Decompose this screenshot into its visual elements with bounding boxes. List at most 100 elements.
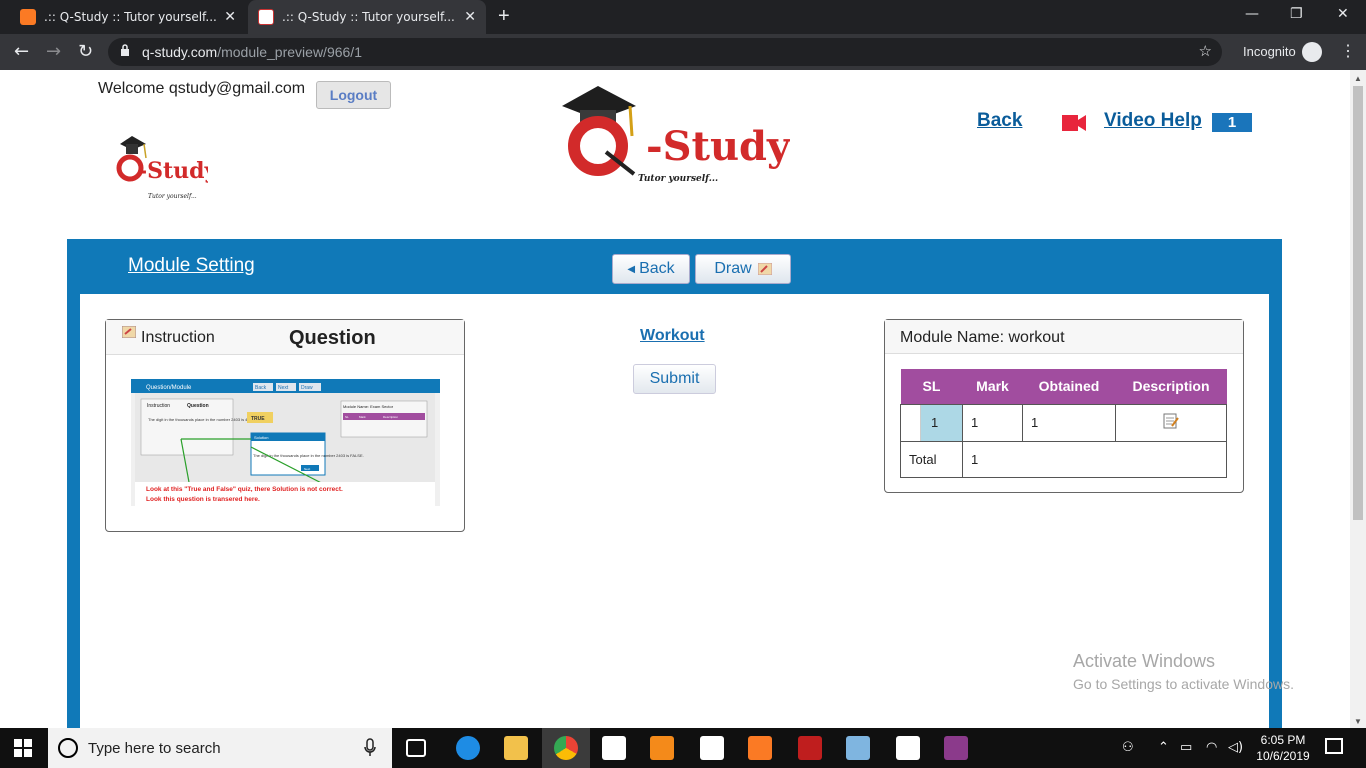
windows-taskbar: Type here to search ⚇ ⌃ ▭ ◠ ◁) 6:05 PM 1… bbox=[0, 728, 1366, 768]
video-camera-icon[interactable] bbox=[1060, 113, 1088, 133]
close-tab-icon[interactable]: ✕ bbox=[464, 9, 476, 25]
volume-icon[interactable]: ◁) bbox=[1228, 740, 1243, 755]
svg-text:Tutor yourself...: Tutor yourself... bbox=[148, 193, 197, 200]
page-scrollbar[interactable]: ▲ ▼ bbox=[1350, 70, 1366, 728]
module-score-table: SL Mark Obtained Description 1 1 1 Total… bbox=[900, 369, 1227, 478]
scroll-up-icon[interactable]: ▲ bbox=[1354, 74, 1362, 83]
sl-cell-wrapper: 1 bbox=[900, 403, 963, 442]
scroll-down-icon[interactable]: ▼ bbox=[1354, 717, 1362, 726]
cortana-circle-icon bbox=[58, 738, 78, 758]
obtained-cell: 1 bbox=[1022, 403, 1116, 442]
panel-back-button[interactable]: ◀ Back bbox=[612, 254, 690, 284]
xampp-icon[interactable] bbox=[748, 736, 772, 760]
mail-icon[interactable] bbox=[700, 736, 724, 760]
instruction-label[interactable]: Instruction bbox=[141, 329, 215, 347]
svg-text:Look this question is transere: Look this question is transered here. bbox=[146, 496, 260, 503]
submit-button[interactable]: Submit bbox=[633, 364, 716, 394]
svg-text:Question/Module: Question/Module bbox=[146, 385, 192, 391]
draw-button[interactable]: Draw bbox=[695, 254, 791, 284]
new-tab-icon[interactable]: + bbox=[498, 5, 510, 28]
browser-toolbar: ← → ↻ q-study.com/module_preview/966/1 ☆… bbox=[0, 34, 1366, 70]
action-center-icon[interactable] bbox=[1325, 738, 1343, 754]
svg-text:TRUE: TRUE bbox=[251, 416, 265, 422]
workout-link[interactable]: Workout bbox=[640, 327, 705, 345]
panel-back-label: Back bbox=[639, 260, 675, 277]
caret-left-icon: ◀ bbox=[627, 263, 636, 275]
reload-icon[interactable]: ↻ bbox=[78, 41, 93, 62]
battery-icon[interactable]: ▭ bbox=[1180, 740, 1192, 755]
chrome-icon[interactable] bbox=[554, 736, 578, 760]
module-name-box: Module Name: workout SL Mark Obtained De… bbox=[884, 319, 1244, 493]
svg-text:Module Name: Exam Sector: Module Name: Exam Sector bbox=[343, 404, 394, 409]
video-help-count-badge[interactable]: 1 bbox=[1212, 113, 1252, 132]
photos-icon[interactable] bbox=[896, 736, 920, 760]
address-bar[interactable]: q-study.com/module_preview/966/1 ☆ bbox=[108, 38, 1222, 66]
people-icon[interactable]: ⚇ bbox=[1122, 740, 1134, 755]
table-total-row: Total 1 bbox=[900, 440, 1227, 478]
forward-arrow-icon[interactable]: → bbox=[46, 41, 61, 62]
draw-label: Draw bbox=[714, 260, 752, 277]
svg-text:Solution: Solution bbox=[254, 435, 268, 440]
header-back-link[interactable]: Back bbox=[977, 110, 1022, 132]
qstudy-small-logo: -Study Tutor yourself... bbox=[116, 136, 208, 200]
svg-text:Question: Question bbox=[187, 403, 209, 409]
file-explorer-icon[interactable] bbox=[504, 736, 528, 760]
taskbar-search-input[interactable]: Type here to search bbox=[48, 728, 392, 768]
maximize-icon[interactable]: ❐ bbox=[1290, 6, 1303, 22]
tray-chevron-up-icon[interactable]: ⌃ bbox=[1158, 740, 1169, 755]
svg-text:Description: Description bbox=[383, 415, 398, 419]
question-screenshot-image[interactable]: Question/Module Back Next Draw Instructi… bbox=[131, 379, 440, 506]
svg-text:Mark: Mark bbox=[359, 415, 366, 419]
browser-tab-1[interactable]: .:: Q-Study :: Tutor yourself... ✕ bbox=[10, 0, 246, 34]
filezilla-icon[interactable] bbox=[798, 736, 822, 760]
svg-text:SL: SL bbox=[345, 415, 349, 419]
module-setting-link[interactable]: Module Setting bbox=[128, 255, 255, 277]
module-name-title: Module Name: workout bbox=[900, 329, 1065, 346]
microphone-icon[interactable] bbox=[364, 738, 376, 758]
incognito-icon[interactable] bbox=[1302, 42, 1322, 62]
task-view-icon[interactable] bbox=[406, 739, 426, 757]
activate-windows-subtitle: Go to Settings to activate Windows. bbox=[1073, 676, 1294, 692]
svg-text:Next: Next bbox=[304, 467, 310, 471]
activate-windows-title: Activate Windows bbox=[1073, 651, 1216, 671]
page-content: Welcome qstudy@gmail.com Logout -Study T… bbox=[0, 70, 1350, 728]
store-bag-icon[interactable] bbox=[602, 736, 626, 760]
description-cell bbox=[1115, 403, 1227, 442]
taskbar-clock[interactable]: 6:05 PM 10/6/2019 bbox=[1253, 732, 1313, 764]
windows-start-icon[interactable] bbox=[14, 739, 32, 757]
notepad-app-icon[interactable] bbox=[846, 736, 870, 760]
svg-text:The digit in the thousands pla: The digit in the thousands place in the … bbox=[148, 417, 249, 422]
clock-date: 10/6/2019 bbox=[1256, 749, 1310, 763]
wifi-icon[interactable]: ◠ bbox=[1206, 740, 1217, 755]
window-close-icon[interactable]: ✕ bbox=[1337, 6, 1349, 22]
close-tab-icon[interactable]: ✕ bbox=[224, 9, 236, 25]
svg-text:Draw: Draw bbox=[301, 385, 313, 391]
bookmark-star-icon[interactable]: ☆ bbox=[1199, 42, 1212, 60]
back-arrow-icon[interactable]: ← bbox=[14, 41, 29, 62]
sublime-text-icon[interactable] bbox=[650, 736, 674, 760]
col-header-obtained: Obtained bbox=[1022, 369, 1116, 404]
winrar-icon[interactable] bbox=[944, 736, 968, 760]
module-name-header: Module Name: workout bbox=[885, 320, 1243, 354]
lock-icon bbox=[121, 44, 129, 56]
welcome-text: Welcome qstudy@gmail.com bbox=[98, 80, 306, 97]
qstudy-favicon-icon bbox=[258, 9, 274, 25]
svg-text:Tutor yourself...: Tutor yourself... bbox=[638, 174, 718, 184]
menu-kebab-icon[interactable]: ⋮ bbox=[1340, 41, 1356, 61]
scrollbar-thumb[interactable] bbox=[1353, 86, 1363, 520]
incognito-label: Incognito bbox=[1243, 44, 1296, 59]
edge-browser-icon[interactable] bbox=[456, 736, 480, 760]
svg-text:Next: Next bbox=[278, 385, 289, 391]
notepad-edit-icon[interactable] bbox=[1162, 412, 1180, 430]
total-label-cell: Total bbox=[900, 440, 963, 478]
instruction-icon[interactable] bbox=[122, 326, 136, 338]
question-box: Instruction Question Question/Module Bac… bbox=[105, 319, 465, 532]
minimize-icon[interactable]: — bbox=[1245, 6, 1259, 22]
question-box-header: Instruction Question bbox=[106, 320, 464, 355]
table-header-row: SL Mark Obtained Description bbox=[900, 369, 1227, 404]
browser-tab-2[interactable]: .:: Q-Study :: Tutor yourself... ✕ bbox=[248, 0, 486, 34]
video-help-link[interactable]: Video Help bbox=[1104, 110, 1202, 132]
draw-icon bbox=[757, 263, 772, 275]
logout-button[interactable]: Logout bbox=[316, 81, 391, 109]
sl-cell[interactable]: 1 bbox=[921, 404, 962, 441]
